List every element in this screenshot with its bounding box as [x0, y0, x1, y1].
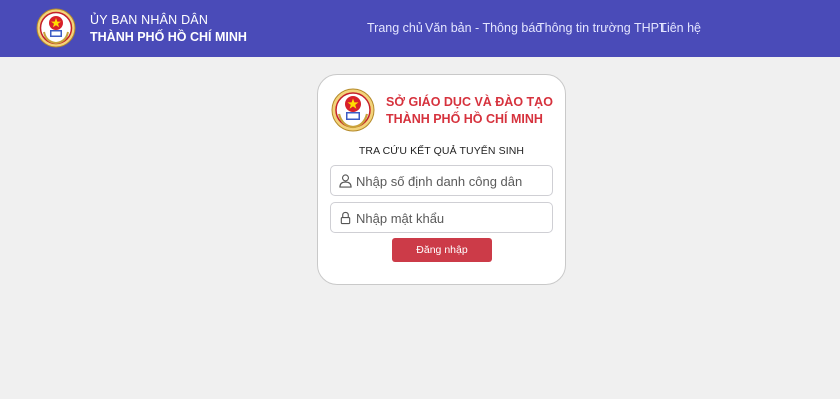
department-line-1: SỞ GIÁO DỤC VÀ ĐÀO TẠO	[386, 95, 553, 109]
citizen-id-field[interactable]	[330, 165, 553, 196]
top-navigation-bar: ỦY BAN NHÂN DÂN THÀNH PHỐ HỒ CHÍ MINH Tr…	[0, 0, 840, 57]
main-nav: Trang chủ Văn bản - Thông báo Thông tin …	[0, 20, 840, 38]
lookup-title: TRA CỨU KẾT QUẢ TUYỂN SINH	[358, 145, 525, 157]
lock-icon	[340, 211, 351, 225]
department-name: SỞ GIÁO DỤC VÀ ĐÀO TẠO THÀNH PHỐ HỒ CHÍ …	[386, 94, 553, 128]
nav-contact[interactable]: Liên hệ	[660, 20, 701, 36]
password-field[interactable]	[330, 202, 553, 233]
user-icon	[339, 174, 352, 188]
password-input[interactable]	[356, 207, 548, 229]
login-button[interactable]: Đăng nhập	[392, 238, 492, 262]
nav-high-school-info[interactable]: Thông tin trường THPT	[537, 20, 667, 36]
nav-documents-announcements[interactable]: Văn bản - Thông báo	[425, 20, 542, 36]
nav-home[interactable]: Trang chủ	[367, 20, 423, 36]
login-card: SỞ GIÁO DỤC VÀ ĐÀO TẠO THÀNH PHỐ HỒ CHÍ …	[317, 74, 566, 285]
department-line-2: THÀNH PHỐ HỒ CHÍ MINH	[386, 112, 543, 126]
citizen-id-input[interactable]	[356, 170, 548, 192]
education-department-emblem-icon	[331, 88, 375, 132]
